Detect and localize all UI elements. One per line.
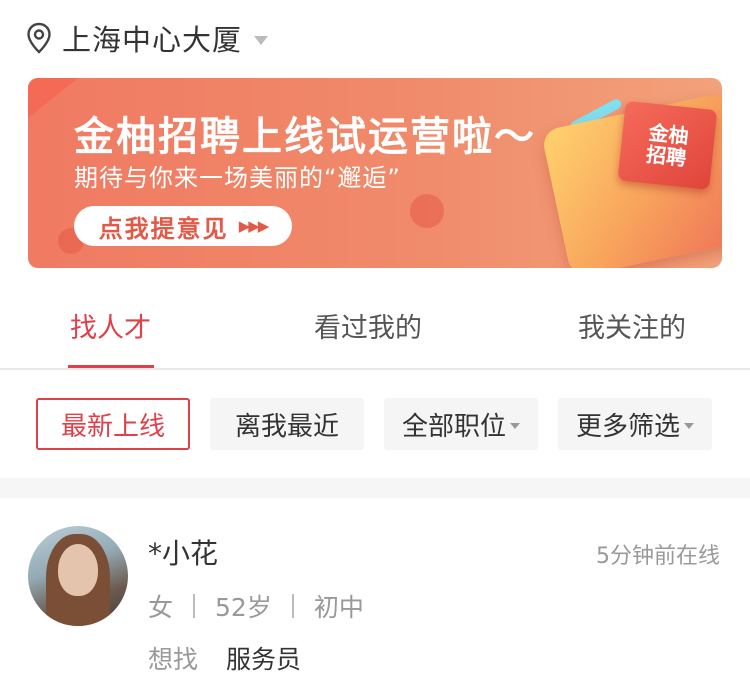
feedback-button[interactable]: 点我提意见 ▶▶▶	[74, 206, 292, 246]
divider	[193, 594, 196, 618]
filter-label: 更多筛选	[575, 411, 680, 442]
arrows-icon: ▶▶▶	[238, 217, 270, 235]
divider	[291, 594, 294, 618]
banner-decoration	[410, 194, 444, 228]
banner-title: 金柚招聘上线试运营啦～	[74, 114, 536, 160]
filter-nearest[interactable]: 离我最近	[210, 398, 364, 450]
location-selector[interactable]: 上海中心大厦	[26, 17, 269, 59]
tab-following[interactable]: 我关注的	[578, 306, 686, 345]
banner-decoration	[28, 78, 78, 118]
phone-illustration: 金柚招聘	[513, 78, 722, 268]
wanted-job-value: 服务员	[225, 645, 301, 674]
filter-label: 全部职位	[401, 411, 506, 442]
candidate-education: 初中	[313, 593, 364, 622]
app-logo-card: 金柚招聘	[617, 100, 718, 190]
tab-bar: 找人才 看过我的 我关注的	[0, 278, 750, 370]
candidate-gender: 女	[148, 593, 174, 622]
candidate-meta: 女 52岁 初中	[148, 588, 364, 624]
tab-find-talent[interactable]: 找人才	[70, 306, 151, 345]
candidate-name: *小花	[148, 537, 219, 570]
candidate-age: 52岁	[215, 593, 272, 622]
banner-subtitle: 期待与你来一场美丽的“邂逅”	[74, 164, 401, 192]
promo-banner[interactable]: 金柚招聘 金柚招聘上线试运营啦～ 期待与你来一场美丽的“邂逅” 点我提意见 ▶▶…	[28, 78, 722, 268]
filter-more[interactable]: 更多筛选	[558, 398, 712, 450]
online-status: 5分钟前在线	[596, 544, 720, 569]
active-tab-indicator	[68, 365, 154, 368]
candidate-wanted-job: 想找 服务员	[148, 640, 301, 676]
feedback-button-label: 点我提意见	[98, 214, 229, 243]
caret-down-icon	[510, 423, 520, 429]
caret-down-icon	[684, 423, 694, 429]
location-pin-icon	[26, 22, 52, 54]
wanted-job-label: 想找	[148, 645, 199, 674]
filter-label: 离我最近	[234, 411, 339, 442]
avatar[interactable]	[28, 526, 128, 626]
location-name[interactable]: 上海中心大厦	[62, 17, 242, 59]
filter-bar: 最新上线 离我最近 全部职位 更多筛选	[0, 398, 750, 450]
filter-label: 最新上线	[60, 411, 165, 442]
filter-latest-online[interactable]: 最新上线	[36, 398, 190, 450]
tab-viewed-me[interactable]: 看过我的	[314, 306, 422, 345]
section-divider	[0, 478, 750, 498]
candidate-card[interactable]: *小花 5分钟前在线 女 52岁 初中 想找 服务员	[0, 498, 750, 698]
caret-down-icon[interactable]	[254, 35, 269, 45]
filter-all-positions[interactable]: 全部职位	[384, 398, 538, 450]
